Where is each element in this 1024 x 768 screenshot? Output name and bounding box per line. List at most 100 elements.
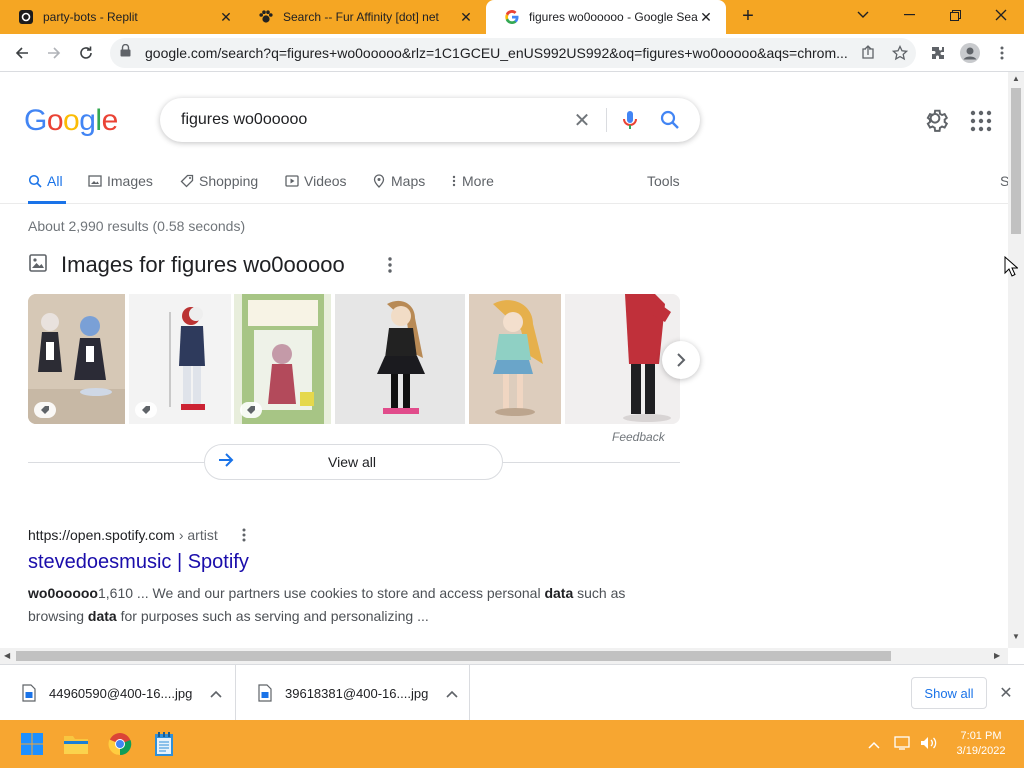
close-tab-icon[interactable]: ✕ [218, 9, 234, 25]
microphone-icon[interactable] [618, 108, 642, 132]
search-box[interactable]: figures wo0ooooo ✕ [160, 98, 700, 142]
scroll-down-icon[interactable]: ▼ [1012, 632, 1020, 641]
forward-icon[interactable] [40, 39, 68, 67]
url-text: google.com/search?q=figures+wo0ooooo&rlz… [145, 45, 848, 61]
shopping-tag-icon [34, 402, 56, 418]
image-thumbnail[interactable] [28, 294, 125, 424]
download-bar: 44960590@400-16....jpg 39618381@400-16..… [0, 664, 1024, 721]
result-path: › artist [178, 527, 218, 543]
google-apps-grid-icon[interactable] [970, 110, 992, 132]
paw-icon [258, 9, 274, 25]
tab-label: Images [107, 173, 153, 189]
safesearch-button-cutoff[interactable]: S [1000, 173, 1008, 189]
shopping-tag-icon [135, 402, 157, 418]
tab-shopping[interactable]: Shopping [180, 168, 258, 204]
tab-google-search[interactable]: figures wo0ooooo - Google Sear ✕ [486, 0, 726, 34]
chrome-icon[interactable] [104, 728, 136, 760]
vertical-scroll-thumb[interactable] [1011, 88, 1021, 234]
tools-button[interactable]: Tools [647, 173, 680, 189]
tab-furaffinity[interactable]: Search -- Fur Affinity [dot] net ✕ [240, 0, 486, 34]
tab-videos[interactable]: Videos [285, 168, 347, 204]
share-icon[interactable] [852, 45, 884, 61]
new-tab-button[interactable]: + [736, 6, 760, 28]
divider [606, 108, 607, 132]
file-explorer-icon[interactable] [60, 728, 92, 760]
tab-more[interactable]: More [451, 168, 494, 204]
horizontal-scroll-thumb[interactable] [16, 651, 891, 661]
network-icon[interactable] [894, 736, 912, 755]
mouse-cursor-icon [1004, 255, 1019, 278]
close-window-icon[interactable] [978, 0, 1024, 30]
download-filename: 39618381@400-16....jpg [285, 685, 429, 701]
scroll-left-icon[interactable]: ◀ [4, 651, 10, 660]
google-logo[interactable]: Google [24, 104, 118, 138]
image-thumbnail[interactable] [335, 294, 465, 424]
google-g-icon [504, 9, 520, 25]
extensions-icon[interactable] [924, 39, 952, 67]
chevron-up-icon[interactable] [210, 686, 224, 701]
search-result: https://open.spotify.com › artist steved… [28, 527, 668, 628]
feedback-link[interactable]: Feedback [612, 430, 665, 444]
close-download-bar-icon[interactable]: ✕ [996, 683, 1016, 703]
result-domain[interactable]: https://open.spotify.com [28, 527, 175, 543]
windows-start-icon[interactable] [16, 728, 48, 760]
chevron-up-icon[interactable] [446, 686, 460, 701]
minimize-icon[interactable] [886, 0, 932, 30]
reload-icon[interactable] [72, 39, 100, 67]
tab-replit[interactable]: party-bots - Replit ✕ [0, 0, 246, 34]
snippet-bold: data [544, 585, 574, 601]
back-icon[interactable] [8, 39, 36, 67]
restore-icon[interactable] [932, 0, 978, 30]
image-thumbnail[interactable] [129, 294, 231, 424]
profile-avatar-icon[interactable] [956, 39, 984, 67]
more-options-icon[interactable] [380, 255, 400, 275]
carousel-next-icon[interactable] [662, 341, 700, 379]
result-snippet: wo0ooooo1,610 ... We and our partners us… [28, 582, 668, 628]
search-input[interactable]: figures wo0ooooo [181, 111, 307, 129]
settings-gear-icon[interactable] [922, 108, 949, 134]
tab-maps[interactable]: Maps [372, 168, 425, 204]
result-cite: https://open.spotify.com › artist [28, 527, 668, 543]
view-all-button[interactable]: View all [204, 444, 503, 480]
notepad-icon[interactable] [148, 728, 180, 760]
tag-icon [180, 173, 194, 189]
snippet-bold: wo0ooooo [28, 585, 98, 601]
tab-label: All [47, 173, 63, 189]
snippet-bold: data [87, 608, 117, 624]
scroll-right-icon[interactable]: ▶ [994, 651, 1000, 660]
result-stats: About 2,990 results (0.58 seconds) [28, 218, 246, 234]
images-section-title[interactable]: Images for figures wo0ooooo [61, 252, 345, 278]
chevron-up-icon[interactable] [868, 736, 880, 754]
tab-label: Videos [304, 173, 347, 189]
tab-label: More [462, 173, 494, 189]
close-tab-icon[interactable]: ✕ [698, 9, 714, 25]
lock-icon[interactable] [120, 43, 134, 62]
search-results-page: Google figures wo0ooooo ✕ All Images Sho… [0, 72, 1008, 648]
tab-all[interactable]: All [28, 168, 66, 204]
address-bar[interactable]: google.com/search?q=figures+wo0ooooo&rlz… [110, 38, 916, 68]
image-icon [28, 253, 48, 278]
tab-search-icon[interactable] [840, 0, 886, 30]
tab-images[interactable]: Images [88, 168, 153, 204]
show-all-downloads-button[interactable]: Show all [911, 677, 987, 709]
close-tab-icon[interactable]: ✕ [458, 9, 474, 25]
scroll-up-icon[interactable]: ▲ [1012, 74, 1020, 83]
clear-search-icon[interactable]: ✕ [570, 108, 594, 132]
taskbar-clock[interactable]: 7:01 PM 3/19/2022 [948, 729, 1014, 759]
tab-title: figures wo0ooooo - Google Sear [529, 10, 698, 24]
chrome-menu-icon[interactable] [988, 39, 1016, 67]
download-item[interactable]: 39618381@400-16....jpg [236, 665, 470, 721]
image-carousel [28, 294, 680, 424]
image-thumbnail[interactable] [234, 294, 331, 424]
logo-letter: G [24, 104, 47, 137]
snippet-text: for purposes such as serving and persona… [116, 608, 429, 624]
search-icon[interactable] [658, 108, 682, 132]
image-thumbnail[interactable] [469, 294, 561, 424]
volume-icon[interactable] [920, 736, 938, 755]
bookmark-star-icon[interactable] [884, 45, 916, 61]
more-options-icon[interactable] [236, 527, 252, 543]
search-type-tabs: All Images Shopping Videos Maps More Too… [0, 168, 1008, 204]
logo-letter: o [46, 104, 64, 137]
download-item[interactable]: 44960590@400-16....jpg [0, 665, 236, 721]
result-title-link[interactable]: stevedoesmusic | Spotify [28, 551, 668, 574]
